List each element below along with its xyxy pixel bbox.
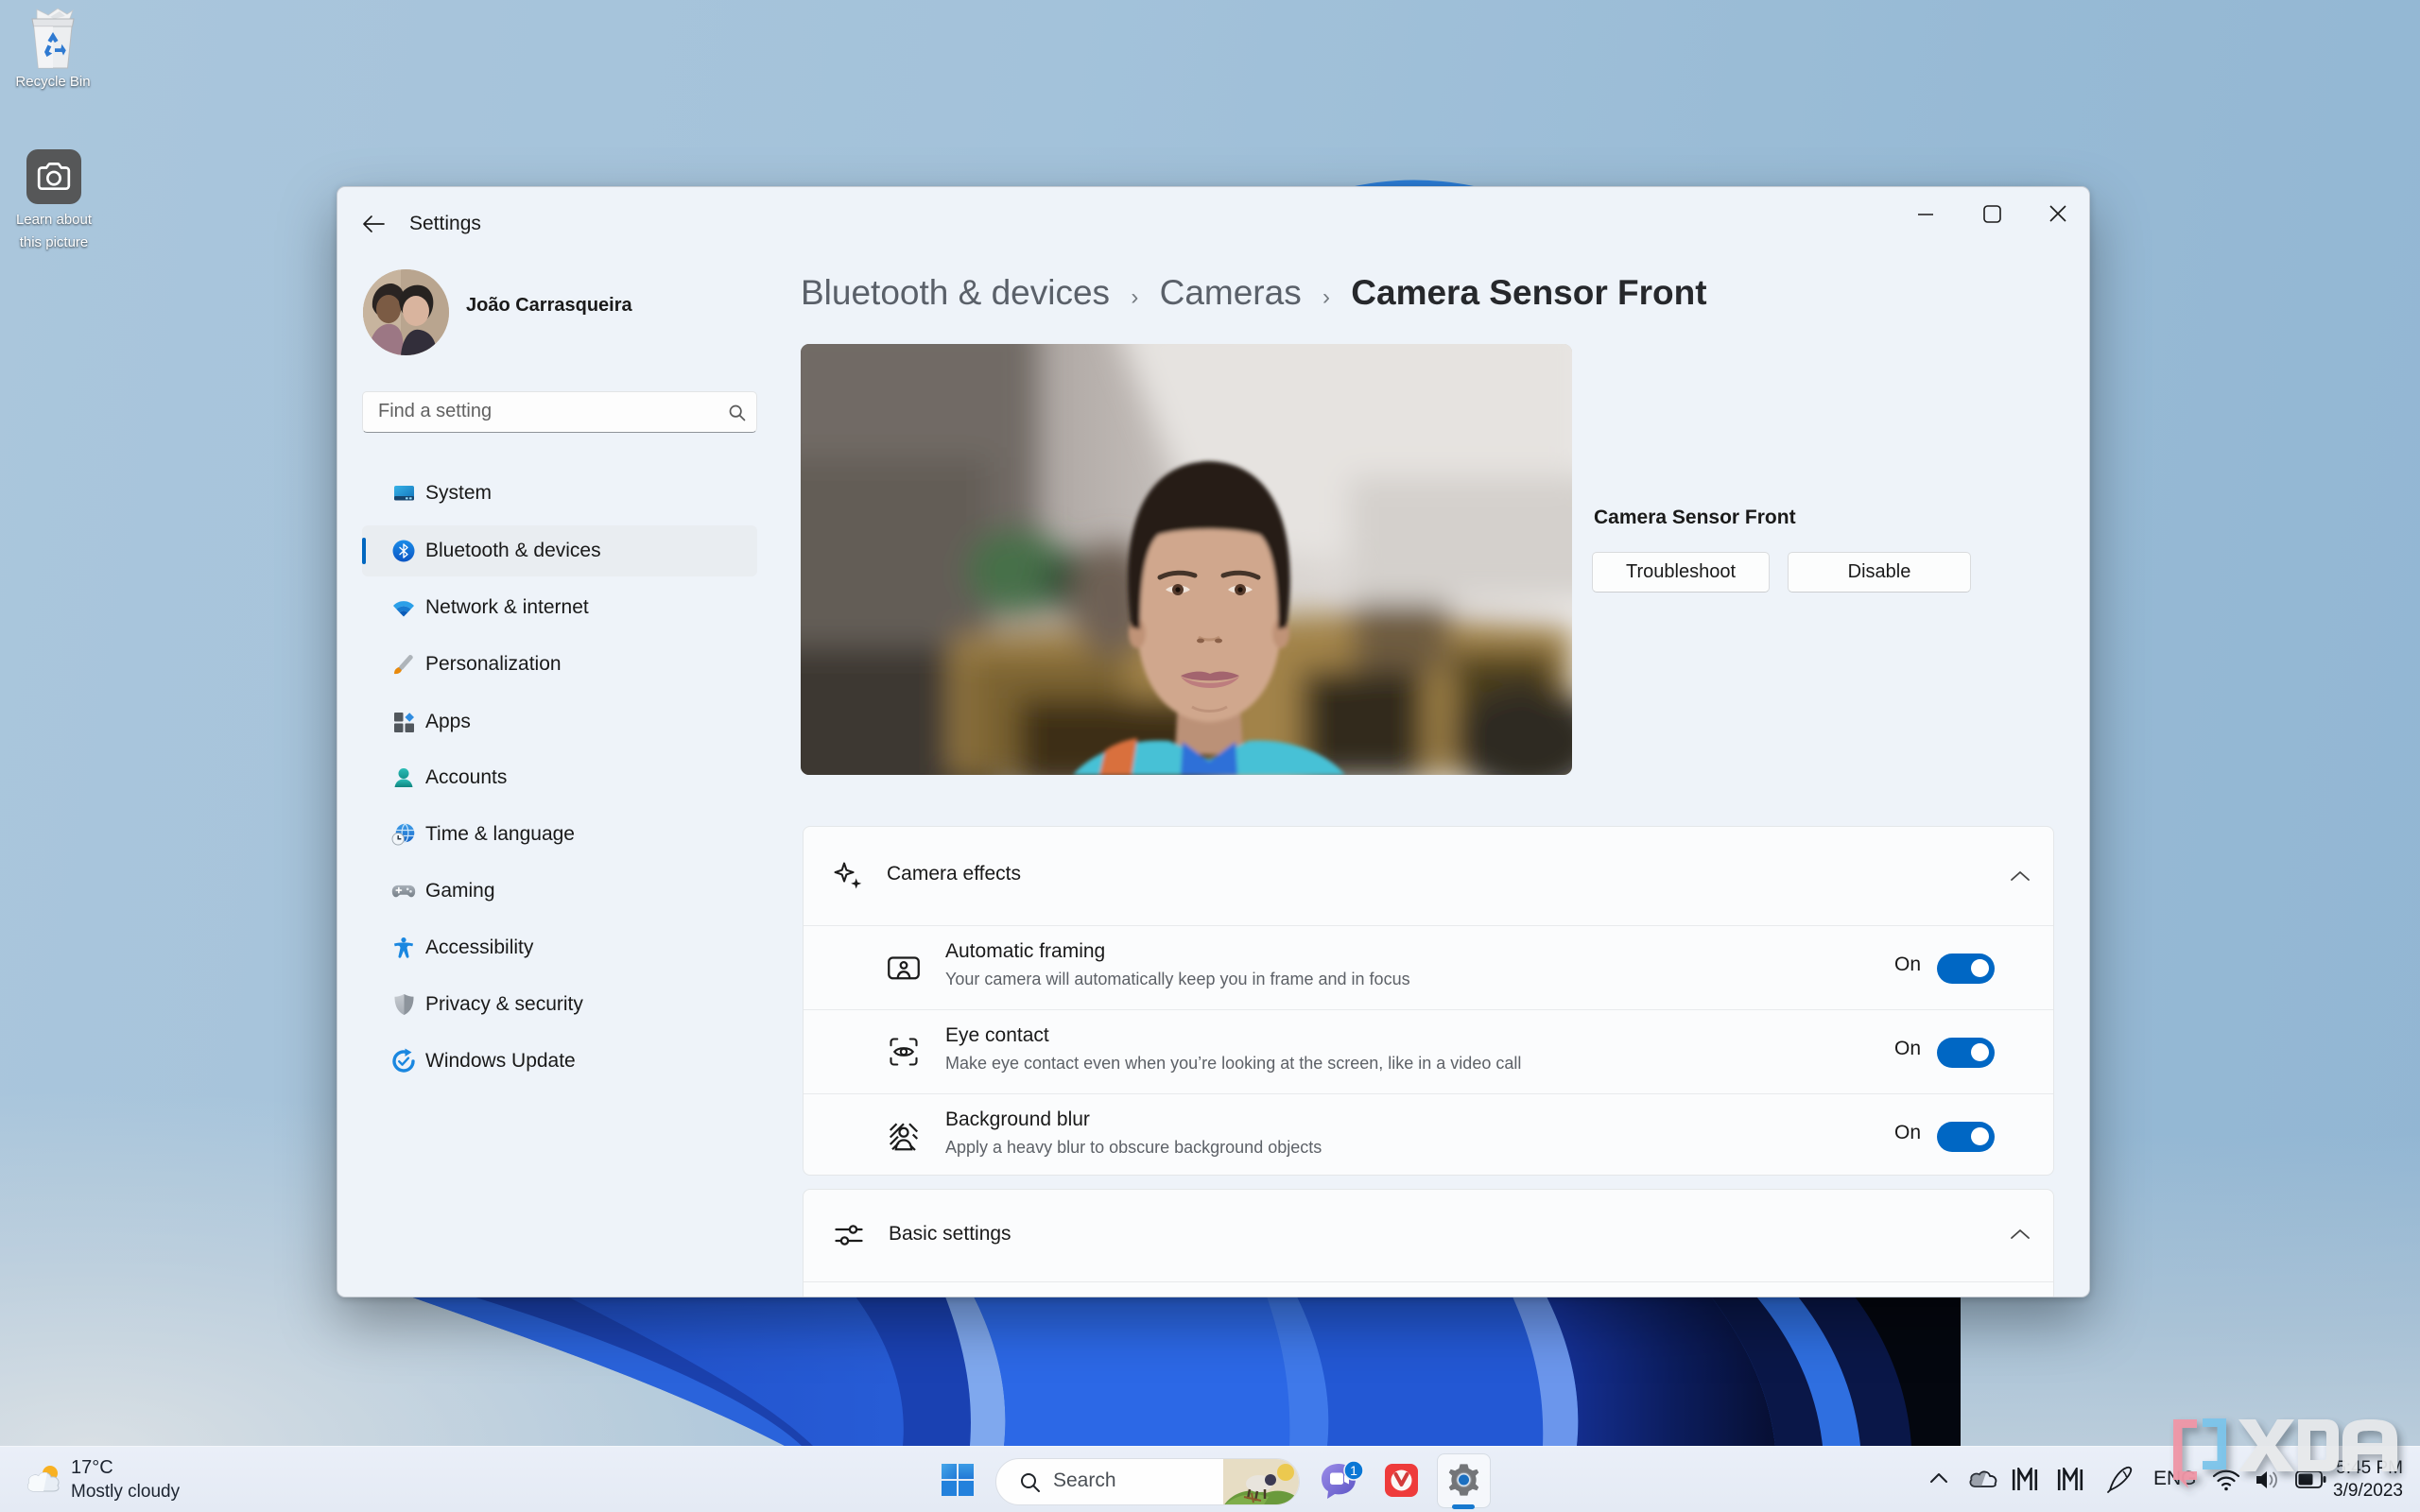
svg-text:1: 1 <box>1350 1463 1357 1478</box>
